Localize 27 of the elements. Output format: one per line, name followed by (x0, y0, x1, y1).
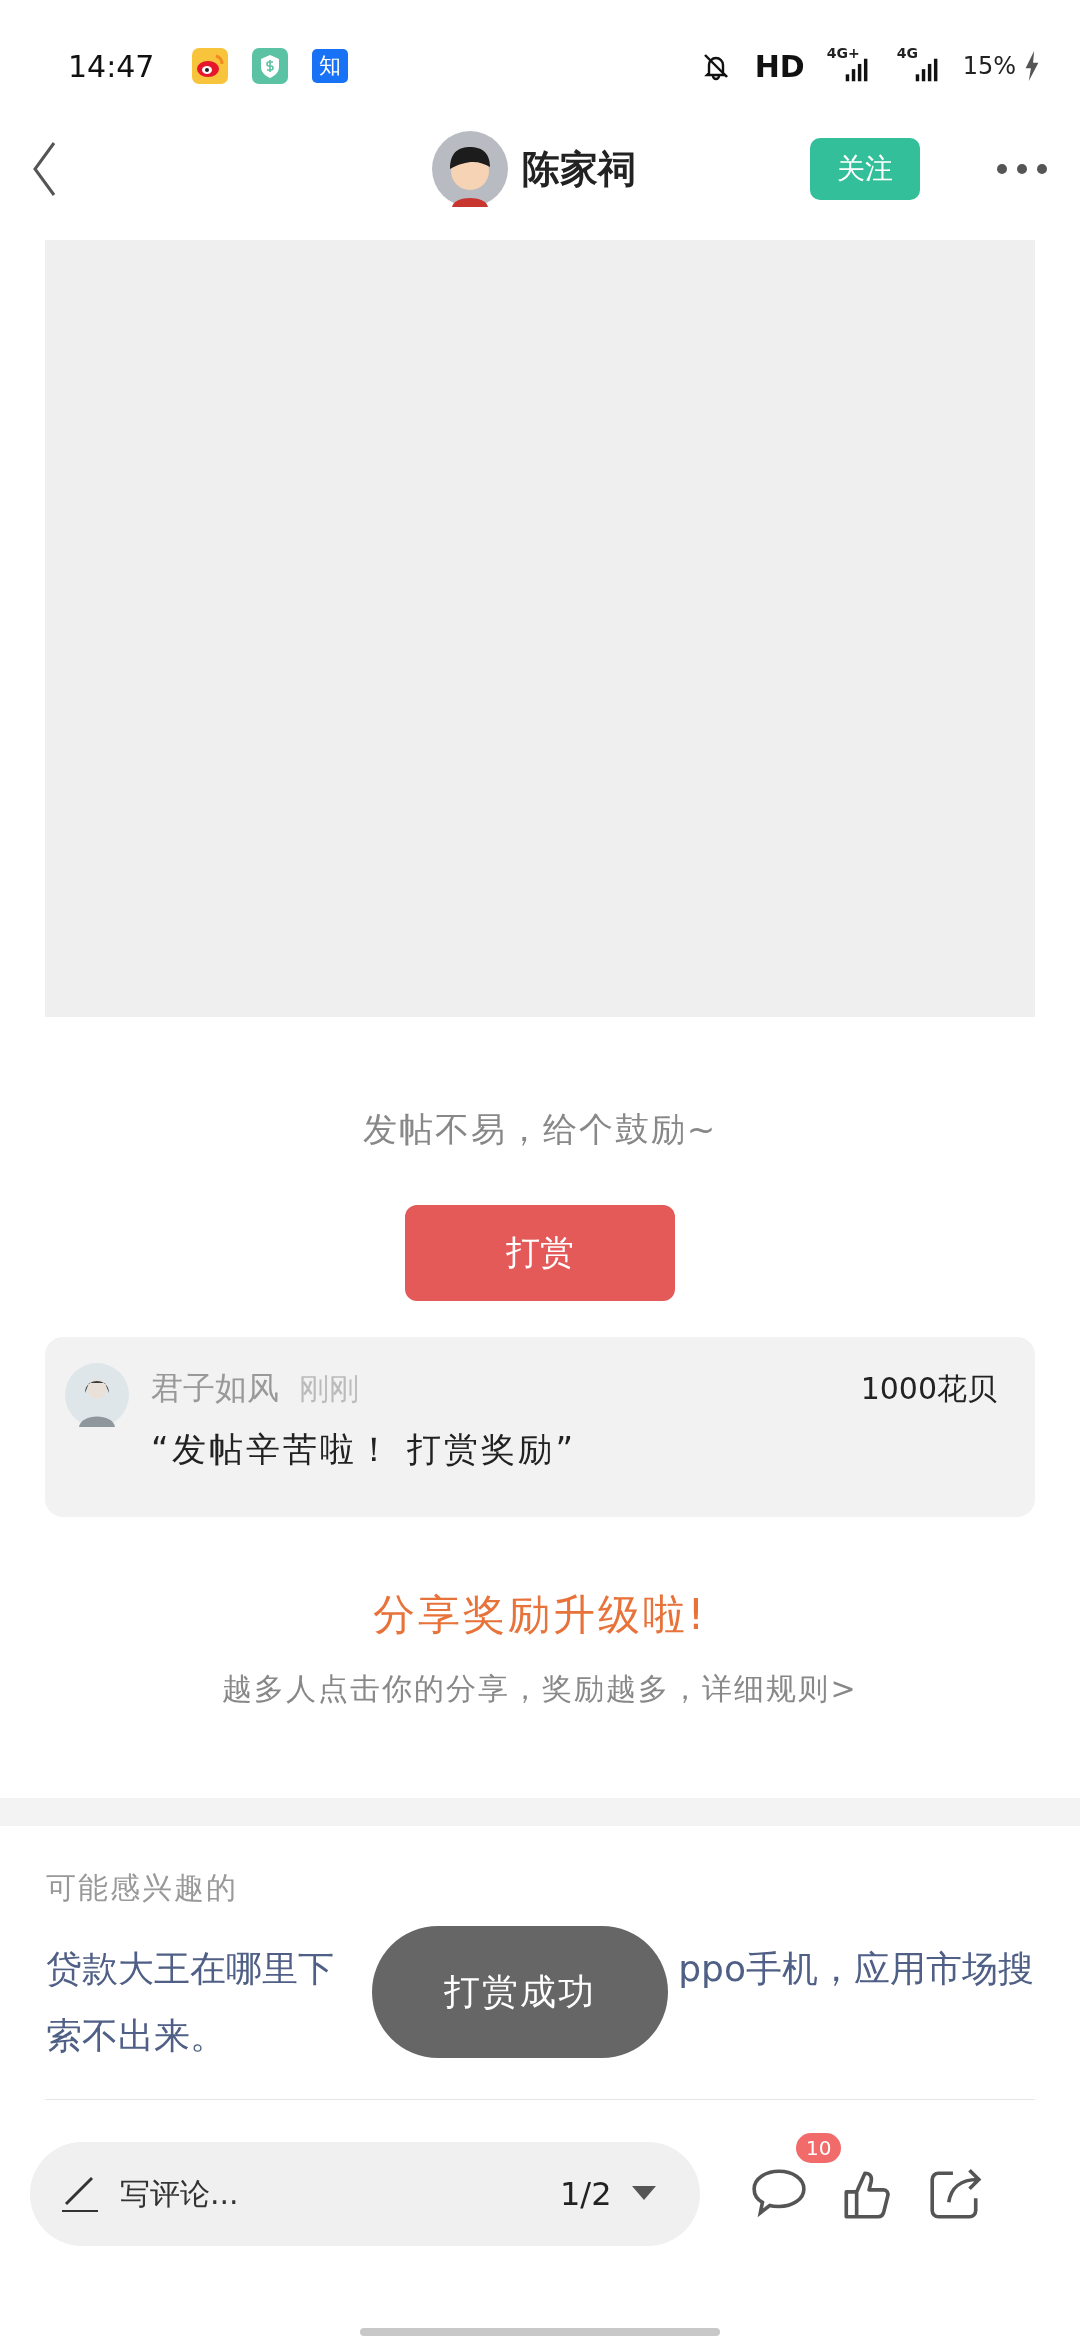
reward-message: “发帖辛苦啦！ 打赏奖励” (151, 1428, 578, 1471)
comment-count-badge: 10 (796, 2133, 842, 2163)
share-rule-link[interactable]: 越多人点击你的分享，奖励越多，详细规则> (0, 1669, 1080, 1710)
success-toast: 打赏成功 (372, 1926, 668, 2058)
hd-label: HD (754, 48, 805, 84)
more-icon[interactable] (996, 163, 1048, 175)
weibo-app-icon (192, 48, 229, 84)
pen-icon (60, 2174, 100, 2214)
reward-amount: 1000花贝 (860, 1369, 997, 1408)
article-title[interactable]: ppo手机，应用市场搜 (678, 1945, 1034, 1994)
author-name[interactable]: 陈家祠 (522, 143, 636, 195)
zhihu-app-icon: 知 (312, 49, 349, 83)
reward-button[interactable]: 打赏 (405, 1205, 675, 1301)
reward-user: 君子如风 (151, 1368, 279, 1409)
share-title: 分享奖励升级啦! (371, 1589, 709, 1641)
article-title[interactable]: 贷款大王在哪里下 (46, 1945, 334, 1994)
section-heading: 可能感兴趣的 (46, 1869, 239, 1907)
shield-app-icon (252, 48, 289, 84)
reward-time: 刚刚 (299, 1369, 359, 1408)
back-icon[interactable] (32, 141, 56, 197)
battery-level: 15% (962, 52, 1016, 80)
caret-icon (631, 2186, 656, 2202)
status-time: 14:47 (68, 48, 155, 84)
avatar-icon[interactable] (432, 131, 508, 207)
reward-prompt: 发帖不易，给个鼓励~ (361, 1108, 719, 1151)
page-selector[interactable]: 1/2 (560, 2175, 656, 2213)
avatar-icon (65, 1363, 129, 1427)
